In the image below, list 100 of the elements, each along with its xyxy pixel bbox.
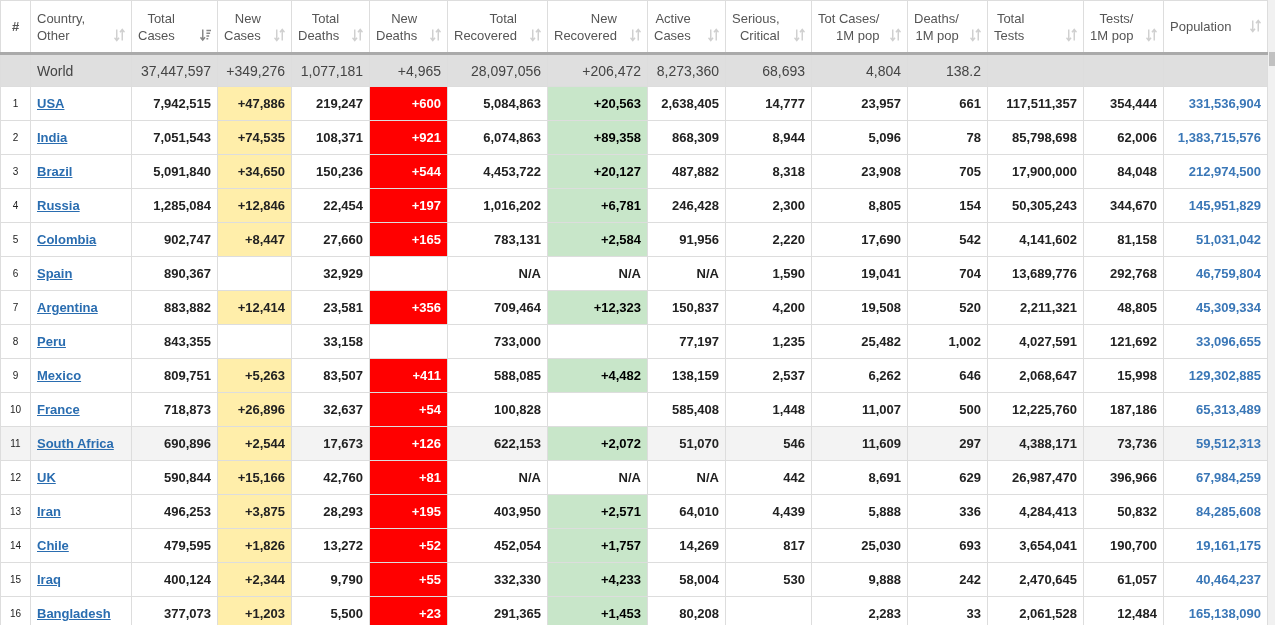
table-cell: +89,358 (547, 120, 648, 155)
column-header[interactable]: # (11, 18, 20, 35)
country-link[interactable]: Mexico (37, 368, 82, 383)
country-row[interactable]: 4 Russia 1,285,084 +12,846 22,454 +197 1,016,202 +6,781 246,428 2,300 8,805 154 50,305,243 344,670 145,951,829 (0, 188, 1268, 223)
country-row[interactable]: 1 USA 7,942,515 +47,886 219,247 +600 5,084,863 +20,563 2,638,405 14,777 23,957 661 117,511,357 354,444 331,536,904 (0, 86, 1268, 121)
table-cell: N/A (547, 256, 648, 291)
sort-icon[interactable] (1146, 27, 1157, 42)
country-row[interactable]: 14 Chile 479,595 +1,826 13,272 +52 452,054 +1,757 14,269 817 25,030 693 3,654,041 190,700 19,161,175 (0, 528, 1268, 563)
table-cell: 4,027,591 (987, 324, 1084, 359)
table-cell: N/A (647, 256, 726, 291)
table-cell: 622,153 (447, 426, 548, 461)
table-cell: 33,158 (291, 324, 370, 359)
table-cell: 145,951,829 (1163, 188, 1268, 223)
table-cell: N/A (447, 256, 548, 291)
table-cell: +12,323 (547, 290, 648, 325)
sort-icon[interactable] (114, 27, 125, 42)
table-cell: 4,388,171 (987, 426, 1084, 461)
table-cell: 890,367 (131, 256, 218, 291)
column-header[interactable]: Population (1170, 18, 1232, 35)
table-cell: +26,896 (217, 392, 292, 427)
sort-icon[interactable] (352, 27, 363, 42)
table-cell: 100,828 (447, 392, 548, 427)
country-row[interactable]: 10 France 718,873 +26,896 32,637 +54 100,828 585,408 1,448 11,007 500 12,225,760 187,186 65,313,489 (0, 392, 1268, 427)
sort-icon[interactable] (630, 27, 641, 42)
sort-icon[interactable] (430, 27, 441, 42)
table-cell: 77,197 (647, 324, 726, 359)
table-cell: 4,439 (725, 494, 812, 529)
table-cell: 25,482 (811, 324, 908, 359)
table-cell: 2,638,405 (647, 86, 726, 121)
table-cell: 8,944 (725, 120, 812, 155)
table-cell: N/A (447, 460, 548, 495)
table-cell: 26,987,470 (987, 460, 1084, 495)
country-link[interactable]: USA (37, 96, 65, 111)
country-link[interactable]: Peru (37, 334, 66, 349)
country-row[interactable]: 16 Bangladesh 377,073 +1,203 5,500 +23 291,365 +1,453 80,208 2,283 33 2,061,528 12,484 165,138,090 (0, 596, 1268, 625)
table-cell: 42,760 (291, 460, 370, 495)
country-row[interactable]: 7 Argentina 883,882 +12,414 23,581 +356 709,464 +12,323 150,837 4,200 19,508 520 2,211,321 48,805 45,309,334 (0, 290, 1268, 325)
country-row[interactable]: 15 Iraq 400,124 +2,344 9,790 +55 332,330 +4,233 58,004 530 9,888 242 2,470,645 61,057 40,464,237 (0, 562, 1268, 597)
table-cell: 17,900,000 (987, 154, 1084, 189)
sort-icon[interactable] (274, 27, 285, 42)
table-cell: 37,447,597 (131, 53, 218, 87)
table-cell: 5,096 (811, 120, 908, 155)
table-cell: 520 (907, 290, 988, 325)
sort-icon[interactable] (970, 27, 981, 42)
country-link[interactable]: Spain (37, 266, 73, 281)
table-cell: 902,747 (131, 222, 218, 257)
table-cell: 883,882 (131, 290, 218, 325)
table-cell: 709,464 (447, 290, 548, 325)
table-cell: +1,453 (547, 596, 648, 625)
country-link[interactable]: Iraq (37, 572, 61, 587)
country-link[interactable]: India (37, 130, 68, 145)
sort-icon[interactable] (1066, 27, 1077, 42)
table-cell: +2,072 (547, 426, 648, 461)
country-row[interactable]: 12 UK 590,844 +15,166 42,760 +81 N/A N/A N/A 442 8,691 629 26,987,470 396,966 67,984,259 (0, 460, 1268, 495)
sort-icon[interactable] (794, 27, 805, 42)
table-cell: World (30, 53, 132, 87)
table-cell: +2,544 (217, 426, 292, 461)
table-cell: 23,957 (811, 86, 908, 121)
table-cell: 212,974,500 (1163, 154, 1268, 189)
table-cell: 8,318 (725, 154, 812, 189)
scrollbar[interactable] (1268, 0, 1275, 625)
table-cell: 14,777 (725, 86, 812, 121)
sort-descending-icon[interactable] (200, 27, 211, 42)
table-cell: 19,161,175 (1163, 528, 1268, 563)
table-cell: +20,563 (547, 86, 648, 121)
country-row[interactable]: 6 Spain 890,367 32,929 N/A N/A N/A 1,590 19,041 704 13,689,776 292,768 46,759,804 (0, 256, 1268, 291)
table-cell: +349,276 (217, 53, 292, 87)
scrollbar-thumb[interactable] (1269, 52, 1275, 66)
table-cell: 1,448 (725, 392, 812, 427)
table-cell: 479,595 (131, 528, 218, 563)
world-row[interactable]: World 37,447,597 +349,276 1,077,181 +4,965 28,097,056 +206,472 8,273,360 68,693 4,804 138.2 (0, 53, 1268, 87)
country-link[interactable]: Russia (37, 198, 80, 213)
country-row[interactable]: 3 Brazil 5,091,840 +34,650 150,236 +544 4,453,722 +20,127 487,882 8,318 23,908 705 17,900,000 84,048 212,974,500 (0, 154, 1268, 189)
table-cell: 292,768 (1083, 256, 1164, 291)
country-link[interactable]: Brazil (37, 164, 73, 179)
table-cell: 496,253 (131, 494, 218, 529)
sort-icon[interactable] (530, 27, 541, 42)
country-link[interactable]: Chile (37, 538, 69, 553)
table-cell: 25,030 (811, 528, 908, 563)
table-cell: +411 (369, 358, 448, 393)
country-link[interactable]: France (37, 402, 80, 417)
country-row[interactable]: 5 Colombia 902,747 +8,447 27,660 +165 783,131 +2,584 91,956 2,220 17,690 542 4,141,602 81,158 51,031,042 (0, 222, 1268, 257)
table-cell: 14,269 (647, 528, 726, 563)
table-cell: 396,966 (1083, 460, 1164, 495)
table-cell: +5,263 (217, 358, 292, 393)
sort-icon[interactable] (1250, 19, 1261, 33)
country-row[interactable]: 9 Mexico 809,751 +5,263 83,507 +411 588,085 +4,482 138,159 2,537 6,262 646 2,068,647 15,998 129,302,885 (0, 358, 1268, 393)
table-cell: 487,882 (647, 154, 726, 189)
country-link[interactable]: Iran (37, 504, 61, 519)
table-cell: N/A (647, 460, 726, 495)
table-cell: 5,091,840 (131, 154, 218, 189)
table-cell: 2,300 (725, 188, 812, 223)
sort-icon[interactable] (890, 27, 901, 42)
country-row[interactable]: 8 Peru 843,355 33,158 733,000 77,197 1,235 25,482 1,002 4,027,591 121,692 33,096,655 (0, 324, 1268, 359)
country-row[interactable]: 11 South Africa 690,896 +2,544 17,673 +126 622,153 +2,072 51,070 546 11,609 297 4,388,171 73,736 59,512,313 (0, 426, 1268, 461)
country-row[interactable]: 2 India 7,051,543 +74,535 108,371 +921 6,074,863 +89,358 868,309 8,944 5,096 78 85,798,698 62,006 1,383,715,576 (0, 120, 1268, 155)
country-row[interactable]: 13 Iran 496,253 +3,875 28,293 +195 403,950 +2,571 64,010 4,439 5,888 336 4,284,413 50,832 84,285,608 (0, 494, 1268, 529)
table-cell: 817 (725, 528, 812, 563)
sort-icon[interactable] (708, 27, 719, 42)
country-link[interactable]: UK (37, 470, 56, 485)
